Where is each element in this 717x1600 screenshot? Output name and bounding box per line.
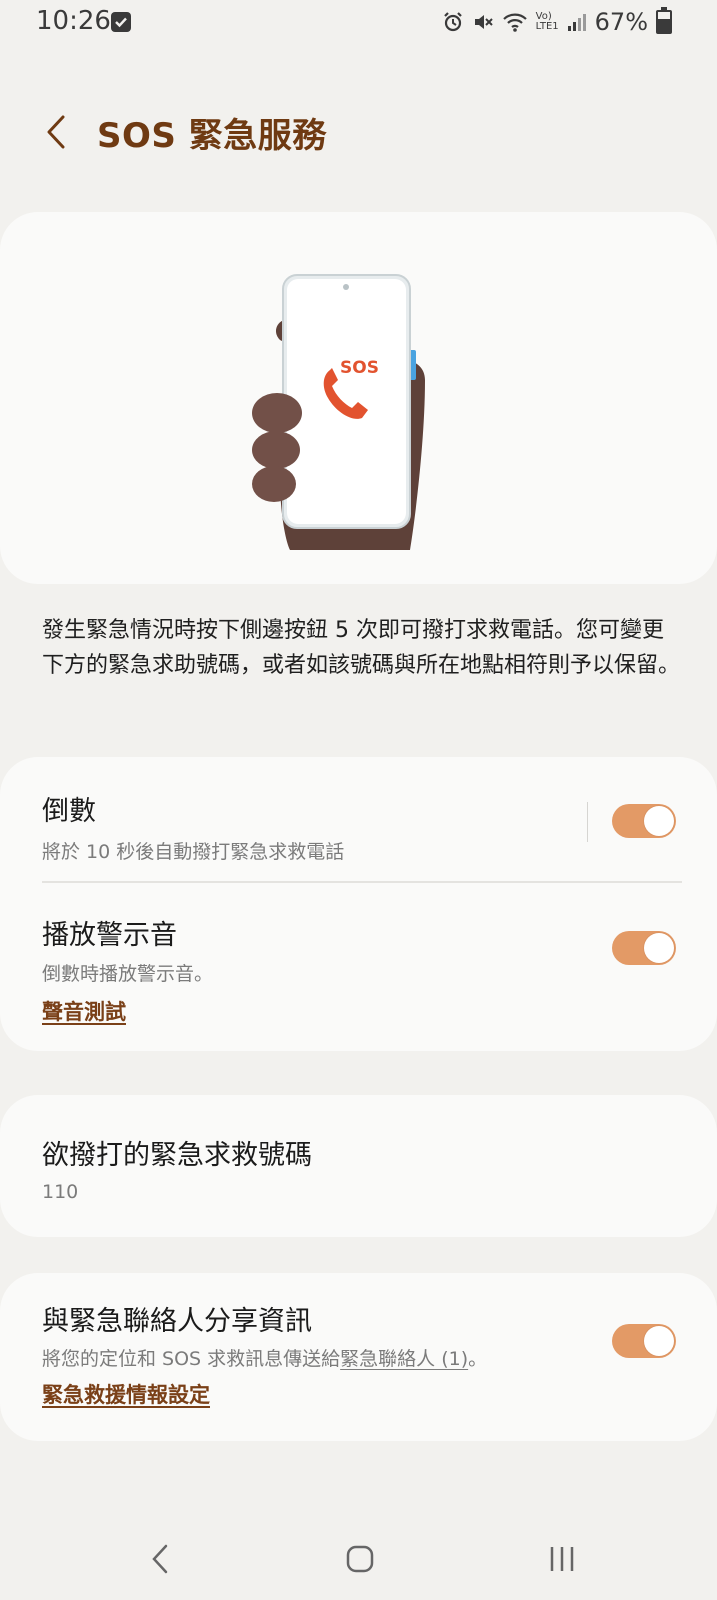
toggle-knob [644,1326,674,1356]
back-button[interactable] [36,108,76,156]
share-info-subtitle-end: 。 [468,1348,488,1370]
row-separator [587,802,588,842]
status-icons: Vo) LTE1 67% [442,7,672,37]
illustration-card: SOS [0,212,717,584]
lte-label: LTE1 [535,21,559,32]
volte-lte-icon: Vo) LTE1 [536,12,559,32]
page-title: SOS 緊急服務 [97,116,327,156]
share-info-toggle[interactable] [612,1324,676,1358]
countdown-alarm-card: 倒數 將於 10 秒後自動撥打緊急求救電話 播放警示音 倒數時播放警示音。 聲音… [0,757,717,1051]
emergency-info-settings-link[interactable]: 緊急救援情報設定 [42,1379,210,1409]
sos-label: SOS [340,358,379,378]
signal-icon [567,12,587,32]
share-info-card[interactable]: 與緊急聯絡人分享資訊 將您的定位和 SOS 求救訊息傳送給緊急聯絡人 (1)。 … [0,1273,717,1441]
sos-phone-illustration: SOS [252,274,425,550]
alarm-toggle[interactable] [612,931,676,965]
home-icon [346,1545,374,1573]
recents-icon [550,1547,574,1571]
share-info-title: 與緊急聯絡人分享資訊 [42,1306,312,1337]
battery-percentage: 67% [594,8,648,36]
check-notification-icon [111,12,131,32]
toggle-knob [644,806,674,836]
nav-back-button[interactable] [130,1534,190,1584]
wifi-icon [502,11,528,33]
emergency-number-title: 欲撥打的緊急求救號碼 [42,1140,312,1171]
battery-icon [656,7,672,34]
emergency-number-card[interactable]: 欲撥打的緊急求救號碼 110 [0,1095,717,1237]
back-icon [152,1544,168,1574]
sound-test-link[interactable]: 聲音測試 [42,996,126,1026]
toggle-knob [644,933,674,963]
share-info-subtitle: 將您的定位和 SOS 求救訊息傳送給緊急聯絡人 (1)。 [42,1344,487,1371]
countdown-subtitle: 將於 10 秒後自動撥打緊急求救電話 [42,841,345,863]
alarm-row[interactable]: 播放警示音 倒數時播放警示音。 聲音測試 [0,883,717,1051]
alarm-subtitle: 倒數時播放警示音。 [42,963,214,985]
header: SOS 緊急服務 [0,100,717,164]
emergency-number-value: 110 [42,1181,79,1203]
alarm-title: 播放警示音 [42,920,177,951]
countdown-title: 倒數 [42,796,96,827]
countdown-row[interactable]: 倒數 將於 10 秒後自動撥打緊急求救電話 [0,757,717,882]
nav-home-button[interactable] [330,1534,390,1584]
status-time: 10:26 [36,6,111,36]
mute-icon [472,11,494,33]
chevron-left-icon [47,115,65,149]
navigation-bar [0,1518,717,1600]
share-info-subtitle-text: 將您的定位和 SOS 求救訊息傳送給 [42,1348,341,1370]
sos-description: 發生緊急情況時按下側邊按鈕 5 次即可撥打求救電話。您可變更下方的緊急求助號碼，… [42,618,681,678]
alarm-icon [442,11,464,33]
emergency-contacts-link[interactable]: 緊急聯絡人 (1) [340,1348,468,1370]
nav-recents-button[interactable] [532,1534,592,1584]
status-bar: 10:26 Vo) LTE1 67% [0,0,717,46]
countdown-toggle[interactable] [612,804,676,838]
